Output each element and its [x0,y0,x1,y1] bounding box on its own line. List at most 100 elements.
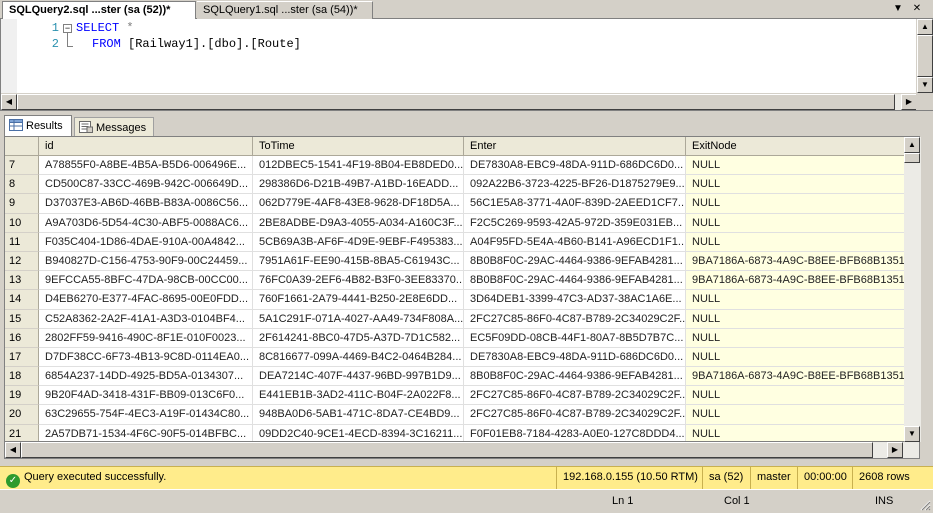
collapse-icon[interactable]: − [63,24,72,33]
cell-totime[interactable]: 2BE8ADBE-D9A3-4055-A034-A160C3F... [253,213,464,233]
row-number-cell[interactable]: 15 [5,309,39,329]
grid-vertical-scrollbar[interactable]: ▲ ▼ [904,137,921,442]
cell-exitnode[interactable]: 9BA7186A-6873-4A9C-B8EE-BFB68B1351B5 [686,251,919,272]
table-row[interactable]: 14 D4EB6270-E377-4FAC-8695-00E0FDD... 760F… [5,290,919,310]
scroll-right-icon[interactable]: ▶ [901,94,917,110]
tab-results[interactable]: Results [4,115,72,136]
cell-exitnode[interactable]: 9BA7186A-6873-4A9C-B8EE-BFB68B1351B5 [686,271,919,291]
cell-enter[interactable]: 56C1E5A8-3771-4A0F-839D-2AEED1CF7... [464,194,686,214]
scroll-down-icon[interactable]: ▼ [904,426,920,442]
cell-totime[interactable]: 7951A61F-EE90-415B-8BA5-C61943C... [253,251,464,272]
cell-totime[interactable]: 76FC0A39-2EF6-4B82-B3F0-3EE83370... [253,271,464,291]
cell-id[interactable]: B940827D-C156-4753-90F9-00C24459... [39,251,253,272]
scroll-up-icon[interactable]: ▲ [904,137,920,153]
table-row[interactable]: 21 2A57DB71-1534-4F6C-90F5-014BFBC... 09DD… [5,424,919,441]
row-number-cell[interactable]: 19 [5,386,39,406]
cell-totime[interactable]: 760F1661-2A79-4441-B250-2E8E6DD... [253,290,464,310]
cell-exitnode[interactable]: NULL [686,290,919,310]
cell-totime[interactable]: 09DD2C40-9CE1-4ECD-8394-3C16211... [253,424,464,441]
cell-totime[interactable]: 062D779E-4AF8-43E8-9628-DF18D5A... [253,194,464,214]
cell-enter[interactable]: 3D64DEB1-3399-47C3-AD37-38AC1A6E... [464,290,686,310]
scroll-thumb[interactable] [917,35,933,77]
cell-enter[interactable]: 092A22B6-3723-4225-BF26-D1875279E9... [464,175,686,195]
scroll-left-icon[interactable]: ◀ [5,442,21,458]
table-row[interactable]: 20 63C29655-754F-4EC3-A19F-01434C80... 948… [5,405,919,425]
grid-horizontal-scrollbar[interactable]: ◀ ▶ [4,442,920,459]
table-row[interactable]: 18 6854A237-14DD-4925-BD5A-0134307... DEA7… [5,367,919,387]
cell-enter[interactable]: 2FC27C85-86F0-4C87-B789-2C34029C2F... [464,405,686,425]
cell-id[interactable]: 2802FF59-9416-490C-8F1E-010F0023... [39,328,253,348]
cell-enter[interactable]: 2FC27C85-86F0-4C87-B789-2C34029C2F... [464,386,686,406]
cell-totime[interactable]: 298386D6-D21B-49B7-A1BD-16EADD... [253,175,464,195]
cell-exitnode[interactable]: NULL [686,347,919,368]
cell-totime[interactable]: 8C816677-099A-4469-B4C2-0464B284... [253,347,464,368]
table-row[interactable]: 19 9B20F4AD-3418-431F-BB09-013C6F0... E441… [5,386,919,406]
column-header-totime[interactable]: ToTime [253,137,464,156]
scroll-left-icon[interactable]: ◀ [1,94,17,110]
scroll-thumb[interactable] [21,442,873,458]
column-header-exitnode[interactable]: ExitNode [686,137,919,156]
row-number-cell[interactable]: 12 [5,251,39,272]
cell-id[interactable]: A9A703D6-5D54-4C30-ABF5-0088AC6... [39,213,253,233]
grid-corner[interactable] [5,137,39,156]
row-number-cell[interactable]: 21 [5,424,39,441]
row-number-cell[interactable]: 16 [5,328,39,348]
cell-id[interactable]: 6854A237-14DD-4925-BD5A-0134307... [39,367,253,387]
row-number-cell[interactable]: 9 [5,194,39,214]
cell-exitnode[interactable]: NULL [686,328,919,348]
cell-exitnode[interactable]: NULL [686,309,919,329]
cell-enter[interactable]: DE7830A8-EBC9-48DA-911D-686DC6D0... [464,156,686,176]
cell-enter[interactable]: A04F95FD-5E4A-4B60-B141-A96ECD1F1... [464,232,686,252]
row-number-cell[interactable]: 13 [5,271,39,291]
cell-enter[interactable]: F0F01EB8-7184-4283-A0E0-127C8DDD4... [464,424,686,441]
cell-enter[interactable]: EC5F09DD-08CB-44F1-80A7-8B5D7B7C... [464,328,686,348]
tab-sqlquery2[interactable]: SQLQuery2.sql ...ster (sa (52))* [2,1,196,19]
cell-id[interactable]: 9EFCCA55-8BFC-47DA-98CB-00CC00... [39,271,253,291]
cell-enter[interactable]: F2C5C269-9593-42A5-972D-359E031EB... [464,213,686,233]
cell-id[interactable]: 9B20F4AD-3418-431F-BB09-013C6F0... [39,386,253,406]
cell-id[interactable]: A78855F0-A8BE-4B5A-B5D6-006496E... [39,156,253,176]
chevron-down-icon[interactable]: ▼ [891,2,905,16]
cell-enter[interactable]: 2FC27C85-86F0-4C87-B789-2C34029C2F... [464,309,686,329]
table-row[interactable]: 8 CD500C87-33CC-469B-942C-006649D... 29838… [5,175,919,195]
scroll-right-icon[interactable]: ▶ [887,442,903,458]
cell-exitnode[interactable]: NULL [686,405,919,425]
cell-enter[interactable]: 8B0B8F0C-29AC-4464-9386-9EFAB4281... [464,251,686,272]
cell-totime[interactable]: DEA7214C-407F-4437-96BD-997B1D9... [253,367,464,387]
cell-totime[interactable]: 012DBEC5-1541-4F19-8B04-EB8DED0... [253,156,464,176]
table-row[interactable]: 12 B940827D-C156-4753-90F9-00C24459... 795… [5,251,919,272]
cell-id[interactable]: C52A8362-2A2F-41A1-A3D3-0104BF4... [39,309,253,329]
cell-exitnode[interactable]: NULL [686,232,919,252]
editor-horizontal-scrollbar[interactable]: ◀ ▶ [1,93,917,110]
row-number-cell[interactable]: 20 [5,405,39,425]
cell-id[interactable]: 2A57DB71-1534-4F6C-90F5-014BFBC... [39,424,253,441]
table-row[interactable]: 15 C52A8362-2A2F-41A1-A3D3-0104BF4... 5A1C… [5,309,919,329]
cell-exitnode[interactable]: 9BA7186A-6873-4A9C-B8EE-BFB68B1351B5 [686,367,919,387]
cell-exitnode[interactable]: NULL [686,175,919,195]
cell-id[interactable]: D7DF38CC-6F73-4B13-9C8D-0114EA0... [39,347,253,368]
cell-totime[interactable]: 5CB69A3B-AF6F-4D9E-9EBF-F495383... [253,232,464,252]
cell-id[interactable]: D37037E3-AB6D-46BB-B83A-0086C56... [39,194,253,214]
cell-enter[interactable]: DE7830A8-EBC9-48DA-911D-686DC6D0... [464,347,686,368]
cell-totime[interactable]: 5A1C291F-071A-4027-AA49-734F808A... [253,309,464,329]
row-number-cell[interactable]: 18 [5,367,39,387]
table-row[interactable]: 11 F035C404-1D86-4DAE-910A-00A4842... 5CB6… [5,232,919,252]
row-number-cell[interactable]: 8 [5,175,39,195]
cell-id[interactable]: D4EB6270-E377-4FAC-8695-00E0FDD... [39,290,253,310]
scroll-thumb[interactable] [904,153,920,163]
scroll-down-icon[interactable]: ▼ [917,77,933,93]
row-number-cell[interactable]: 14 [5,290,39,310]
query-editor[interactable]: 1 2 − SELECT * FROM [Railway1].[dbo].[Ro… [0,19,933,110]
row-number-cell[interactable]: 11 [5,232,39,252]
column-header-enter[interactable]: Enter [464,137,686,156]
column-header-id[interactable]: id [39,137,253,156]
cell-exitnode[interactable]: NULL [686,386,919,406]
close-icon[interactable]: ✕ [910,2,924,16]
row-number-cell[interactable]: 7 [5,156,39,176]
table-row[interactable]: 17 D7DF38CC-6F73-4B13-9C8D-0114EA0... 8C81… [5,347,919,368]
cell-exitnode[interactable]: NULL [686,156,919,176]
results-grid[interactable]: id ToTime Enter ExitNode 7 A78855F0-A8BE-… [4,136,920,442]
editor-vertical-scrollbar[interactable]: ▲ ▼ [916,19,933,93]
table-row[interactable]: 16 2802FF59-9416-490C-8F1E-010F0023... 2F6… [5,328,919,348]
code-line-2[interactable]: FROM [Railway1].[dbo].[Route] [92,37,301,51]
